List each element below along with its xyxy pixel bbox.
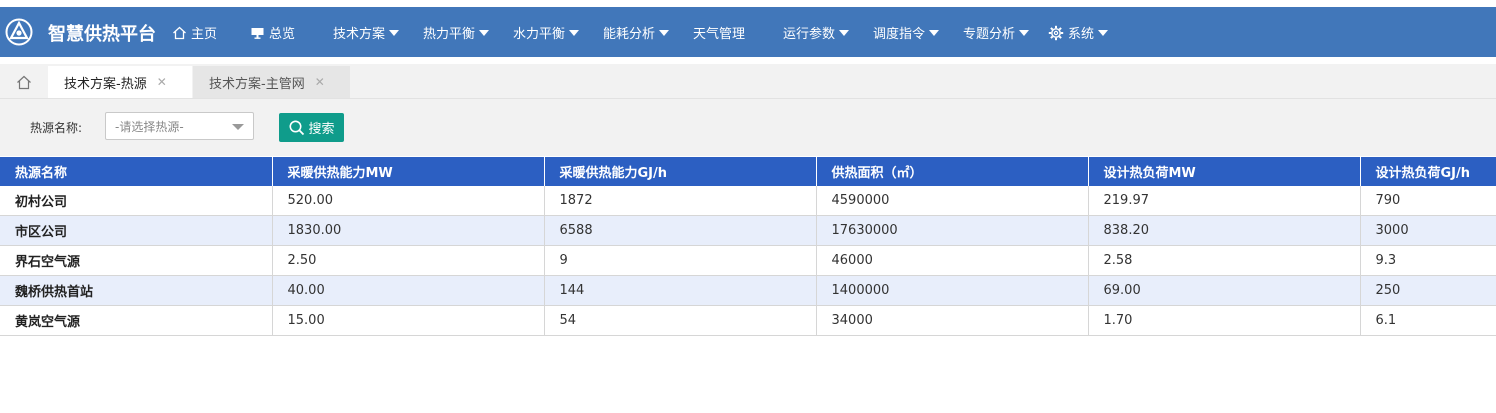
column-header[interactable]: 设计热负荷MW (1088, 157, 1361, 186)
table-cell: 2.50 (272, 245, 545, 276)
nav-energy-analysis[interactable]: 能耗分析 (603, 23, 670, 42)
close-icon[interactable]: ✕ (157, 75, 167, 89)
nav-overview[interactable]: 总览 (250, 23, 295, 42)
table-row[interactable]: 界石空气源 2.50 9 46000 2.58 9.3 (0, 245, 1496, 276)
table-cell: 魏桥供热首站 (0, 275, 273, 306)
nav-run-params[interactable]: 运行参数 (783, 23, 850, 42)
chevron-down-icon (232, 124, 244, 130)
monitor-icon (251, 27, 264, 39)
table-cell: 1400000 (816, 275, 1089, 306)
top-navbar: 智慧供热平台 主页 总览 技术方案 热力平衡 水力平衡 能耗分析 天气管理 运行… (0, 7, 1496, 57)
table-row[interactable]: 魏桥供热首站 40.00 144 1400000 69.00 250 (0, 275, 1496, 306)
home-icon (17, 75, 31, 89)
table-cell: 34000 (816, 305, 1089, 336)
gear-icon (1048, 25, 1064, 40)
nav-home[interactable]: 主页 (172, 23, 217, 42)
nav-system[interactable]: 系统 (1048, 23, 1109, 42)
nav-tech-plan-label: 技术方案 (333, 27, 386, 42)
tab-home[interactable] (0, 66, 48, 98)
table-cell: 1.70 (1088, 305, 1361, 336)
chevron-down-icon (569, 29, 580, 36)
table-cell: 黄岚空气源 (0, 305, 273, 336)
tab-label: 技术方案-主管网 (209, 76, 305, 92)
nav-energy-analysis-label: 能耗分析 (603, 27, 656, 42)
table-cell: 3000 (1360, 215, 1496, 246)
chevron-down-icon (929, 29, 940, 36)
heat-source-name-label: 热源名称: (30, 121, 83, 135)
table-cell: 219.97 (1088, 186, 1361, 216)
nav-overview-label: 总览 (269, 27, 296, 42)
table-row[interactable]: 黄岚空气源 15.00 54 34000 1.70 6.1 (0, 305, 1496, 336)
nav-home-label: 主页 (191, 27, 218, 42)
tab-tech-plan-main-network[interactable]: 技术方案-主管网 ✕ (193, 66, 350, 98)
table-cell: 6588 (544, 215, 817, 246)
table-cell: 250 (1360, 275, 1496, 306)
nav-dispatch-label: 调度指令 (873, 27, 926, 42)
table-cell: 46000 (816, 245, 1089, 276)
table-cell: 15.00 (272, 305, 545, 336)
nav-tech-plan[interactable]: 技术方案 (333, 23, 400, 42)
table-cell: 9 (544, 245, 817, 276)
tab-label: 技术方案-热源 (64, 76, 147, 92)
column-header[interactable]: 采暖供热能力MW (272, 157, 545, 186)
chevron-down-icon (1098, 29, 1109, 36)
table-cell: 1830.00 (272, 215, 545, 246)
table-cell: 2.58 (1088, 245, 1361, 276)
tab-bar: 技术方案-热源 ✕ 技术方案-主管网 ✕ (0, 64, 1496, 99)
table-cell: 界石空气源 (0, 245, 273, 276)
brand-title: 智慧供热平台 (48, 24, 156, 45)
search-button[interactable]: 搜索 (279, 113, 344, 142)
table-cell: 9.3 (1360, 245, 1496, 276)
table-cell: 520.00 (272, 186, 545, 216)
table-row[interactable]: 初村公司 520.00 1872 4590000 219.97 790 (0, 186, 1496, 216)
table-cell: 144 (544, 275, 817, 306)
table-row[interactable]: 市区公司 1830.00 6588 17630000 838.20 3000 (0, 215, 1496, 246)
chevron-down-icon (839, 29, 850, 36)
table-cell: 1872 (544, 186, 817, 216)
column-header[interactable]: 供热面积（㎡） (816, 157, 1089, 186)
table-cell: 6.1 (1360, 305, 1496, 336)
table-cell: 40.00 (272, 275, 545, 306)
table-cell: 4590000 (816, 186, 1089, 216)
table-cell: 17630000 (816, 215, 1089, 246)
table-cell: 790 (1360, 186, 1496, 216)
tab-tech-plan-heat-source[interactable]: 技术方案-热源 ✕ (48, 66, 192, 98)
logo-icon (5, 18, 33, 46)
select-placeholder: -请选择热源- (115, 119, 184, 134)
chevron-down-icon (1019, 29, 1030, 36)
chevron-down-icon (479, 29, 490, 36)
nav-weather[interactable]: 天气管理 (693, 23, 745, 42)
nav-hydraulic-balance-label: 水力平衡 (513, 27, 566, 42)
nav-topic-analysis-label: 专题分析 (963, 27, 1016, 42)
nav-run-params-label: 运行参数 (783, 27, 836, 42)
table-cell: 初村公司 (0, 186, 273, 216)
column-header[interactable]: 采暖供热能力GJ/h (544, 157, 817, 186)
nav-heat-balance[interactable]: 热力平衡 (423, 23, 490, 42)
nav-system-label: 系统 (1068, 27, 1095, 42)
close-icon[interactable]: ✕ (315, 75, 325, 89)
nav-hydraulic-balance[interactable]: 水力平衡 (513, 23, 580, 42)
column-header[interactable]: 热源名称 (0, 157, 273, 186)
filter-bar: 热源名称: -请选择热源- 搜索 (0, 99, 1496, 156)
search-icon (289, 120, 305, 135)
heat-source-select[interactable]: -请选择热源- (105, 112, 254, 140)
table-header-row: 热源名称 采暖供热能力MW 采暖供热能力GJ/h 供热面积（㎡） 设计热负荷MW… (0, 157, 1496, 186)
table-cell: 市区公司 (0, 215, 273, 246)
chevron-down-icon (659, 29, 670, 36)
home-icon (173, 26, 186, 39)
column-header[interactable]: 设计热负荷GJ/h (1360, 157, 1496, 186)
nav-weather-label: 天气管理 (693, 27, 746, 42)
heat-source-table: 热源名称 采暖供热能力MW 采暖供热能力GJ/h 供热面积（㎡） 设计热负荷MW… (0, 157, 1496, 336)
table-cell: 54 (544, 305, 817, 336)
chevron-down-icon (389, 29, 400, 36)
nav-heat-balance-label: 热力平衡 (423, 27, 476, 42)
nav-dispatch[interactable]: 调度指令 (873, 23, 940, 42)
table-cell: 838.20 (1088, 215, 1361, 246)
table-cell: 69.00 (1088, 275, 1361, 306)
nav-topic-analysis[interactable]: 专题分析 (963, 23, 1030, 42)
search-button-label: 搜索 (308, 122, 335, 137)
